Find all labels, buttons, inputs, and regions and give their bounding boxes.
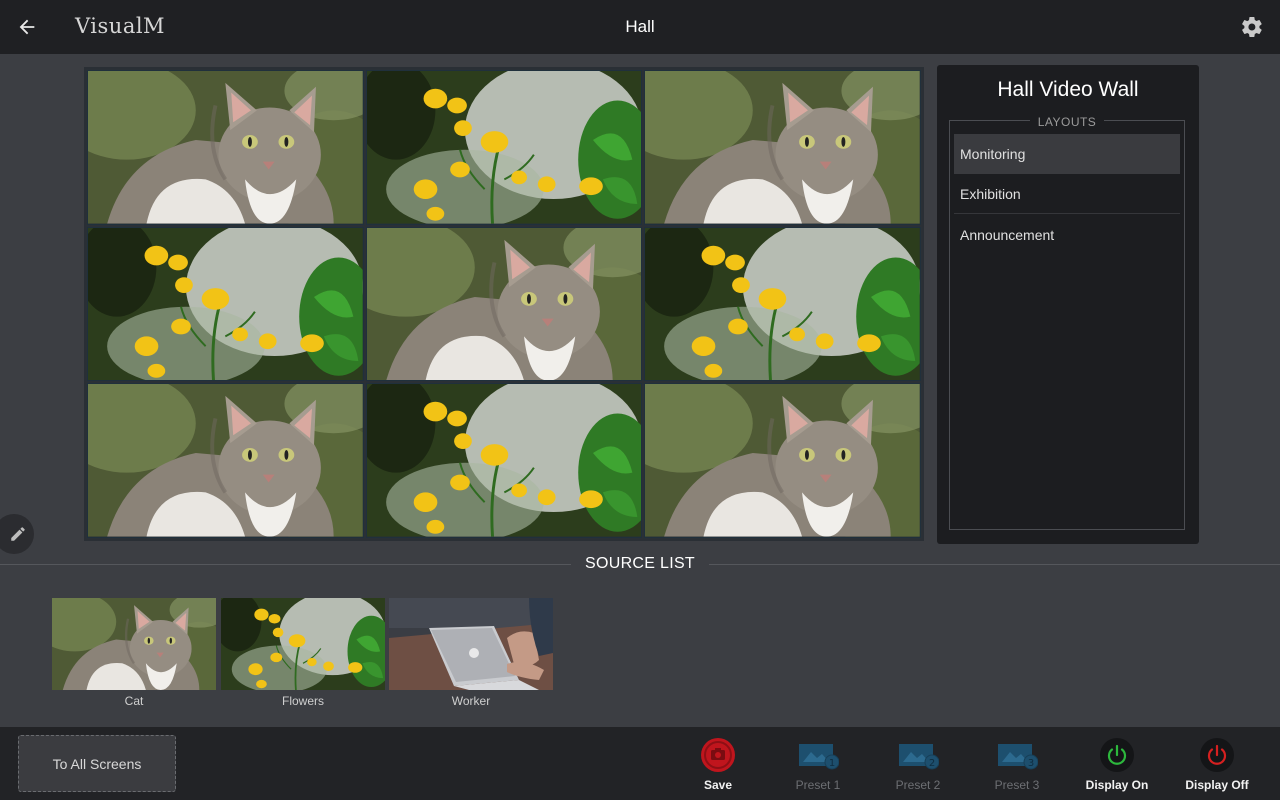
preset-2-label: Preset 2	[895, 778, 941, 792]
preset-3-icon: 3	[998, 744, 1038, 770]
save-button[interactable]: Save	[678, 737, 758, 792]
display-on-button[interactable]: Display On	[1077, 737, 1157, 792]
preset-2-icon: 2	[899, 744, 939, 770]
display-off-label: Display Off	[1185, 778, 1249, 792]
display-off-button[interactable]: Display Off	[1177, 737, 1257, 792]
cat-image	[88, 71, 363, 224]
wall-screen-4[interactable]	[87, 226, 364, 382]
source-list-title: SOURCE LIST	[571, 555, 709, 572]
pencil-icon	[11, 527, 25, 541]
source-worker[interactable]: Worker	[389, 598, 553, 708]
layouts-list: LAYOUTS Monitoring Exhibition Announceme…	[949, 115, 1185, 530]
layout-item-announcement[interactable]: Announcement	[954, 215, 1180, 255]
wall-screen-5[interactable]	[365, 226, 643, 382]
preset-1-button[interactable]: 1 Preset 1	[778, 737, 858, 792]
edit-button[interactable]	[0, 514, 34, 554]
cat-image	[88, 384, 363, 537]
svg-text:1: 1	[829, 758, 835, 769]
save-label: Save	[703, 778, 733, 792]
laptop-image	[389, 598, 553, 690]
cat-image	[645, 71, 920, 224]
wall-screen-9[interactable]	[644, 383, 921, 538]
cat-image	[645, 384, 920, 537]
preset-3-label: Preset 3	[994, 778, 1040, 792]
to-all-screens-button[interactable]: To All Screens	[18, 735, 176, 792]
flowers-image	[645, 228, 920, 381]
source-label: Flowers	[281, 694, 324, 708]
preset-1-icon: 1	[799, 744, 839, 770]
wall-screen-1[interactable]	[87, 70, 364, 225]
flowers-image	[221, 598, 385, 690]
settings-button[interactable]	[1238, 13, 1266, 41]
preset-3-button[interactable]: 3 Preset 3	[977, 737, 1057, 792]
wall-screen-7[interactable]	[87, 383, 364, 538]
cat-image	[367, 228, 642, 381]
preset-2-button[interactable]: 2 Preset 2	[878, 737, 958, 792]
layouts-legend: LAYOUTS	[1029, 115, 1105, 129]
wall-screen-3[interactable]	[644, 70, 921, 225]
svg-text:2: 2	[929, 758, 935, 769]
display-on-label: Display On	[1085, 778, 1149, 792]
flowers-image	[367, 384, 642, 537]
source-flowers[interactable]: Flowers	[221, 598, 385, 708]
layout-item-exhibition[interactable]: Exhibition	[954, 174, 1180, 214]
cat-image	[52, 598, 216, 690]
bottom-toolbar: To All Screens Save 1 Preset 1 2 Preset …	[0, 727, 1280, 800]
top-app-bar: VisualM Hall	[0, 0, 1280, 54]
source-label: Worker	[451, 694, 491, 708]
layout-panel: Hall Video Wall LAYOUTS Monitoring Exhib…	[937, 65, 1199, 544]
video-wall-grid	[84, 67, 924, 541]
power-on-icon	[1100, 738, 1134, 772]
flowers-image	[88, 228, 363, 381]
flowers-image	[367, 71, 642, 224]
source-label: Cat	[124, 694, 144, 708]
gear-icon	[1242, 16, 1262, 38]
layout-item-monitoring[interactable]: Monitoring	[954, 134, 1180, 174]
panel-title: Hall Video Wall	[997, 78, 1139, 101]
source-cat[interactable]: Cat	[52, 598, 216, 708]
svg-text:3: 3	[1028, 758, 1034, 769]
power-off-icon	[1200, 738, 1234, 772]
wall-screen-2[interactable]	[365, 70, 643, 225]
page-title: Hall	[625, 17, 655, 36]
wall-screen-8[interactable]	[365, 383, 643, 538]
camera-icon	[701, 738, 735, 772]
wall-screen-6[interactable]	[644, 226, 921, 382]
preset-1-label: Preset 1	[795, 778, 841, 792]
